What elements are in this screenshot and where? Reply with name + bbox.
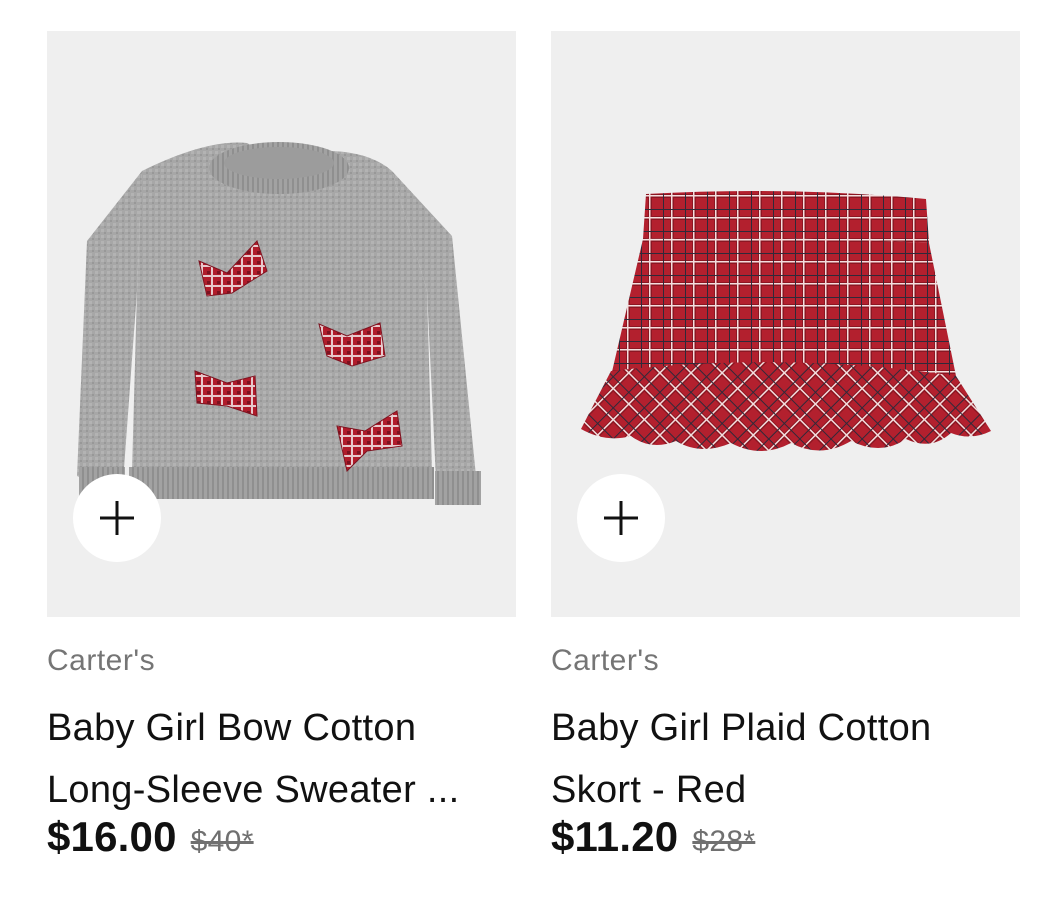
product-title-line-1[interactable]: Baby Girl Plaid Cotton <box>551 697 1020 759</box>
product-brand: Carter's <box>47 644 156 677</box>
sale-price: $16.00 <box>47 813 177 860</box>
product-title[interactable]: Baby Girl Bow Cotton Long-Sleeve Sweater… <box>47 697 516 821</box>
price-row: $11.20 $28* <box>551 813 1020 861</box>
product-card[interactable]: Carter's Baby Girl Bow Cotton Long-Sleev… <box>47 31 516 861</box>
product-title[interactable]: Baby Girl Plaid Cotton Skort - Red <box>551 697 1020 821</box>
product-image-container[interactable] <box>551 31 1020 617</box>
product-brand: Carter's <box>551 644 660 677</box>
product-title-line-2[interactable]: Long-Sleeve Sweater ... <box>47 759 516 821</box>
add-to-bag-button[interactable] <box>577 474 665 562</box>
product-title-line-2[interactable]: Skort - Red <box>551 759 1020 821</box>
product-image-container[interactable] <box>47 31 516 617</box>
original-price: $40* <box>190 825 254 858</box>
plus-icon <box>100 501 134 535</box>
original-price: $28* <box>692 825 756 858</box>
product-title-line-1[interactable]: Baby Girl Bow Cotton <box>47 697 516 759</box>
add-to-bag-button[interactable] <box>73 474 161 562</box>
product-card[interactable]: Carter's Baby Girl Plaid Cotton Skort - … <box>551 31 1020 861</box>
plus-icon <box>604 501 638 535</box>
sale-price: $11.20 <box>551 813 679 860</box>
